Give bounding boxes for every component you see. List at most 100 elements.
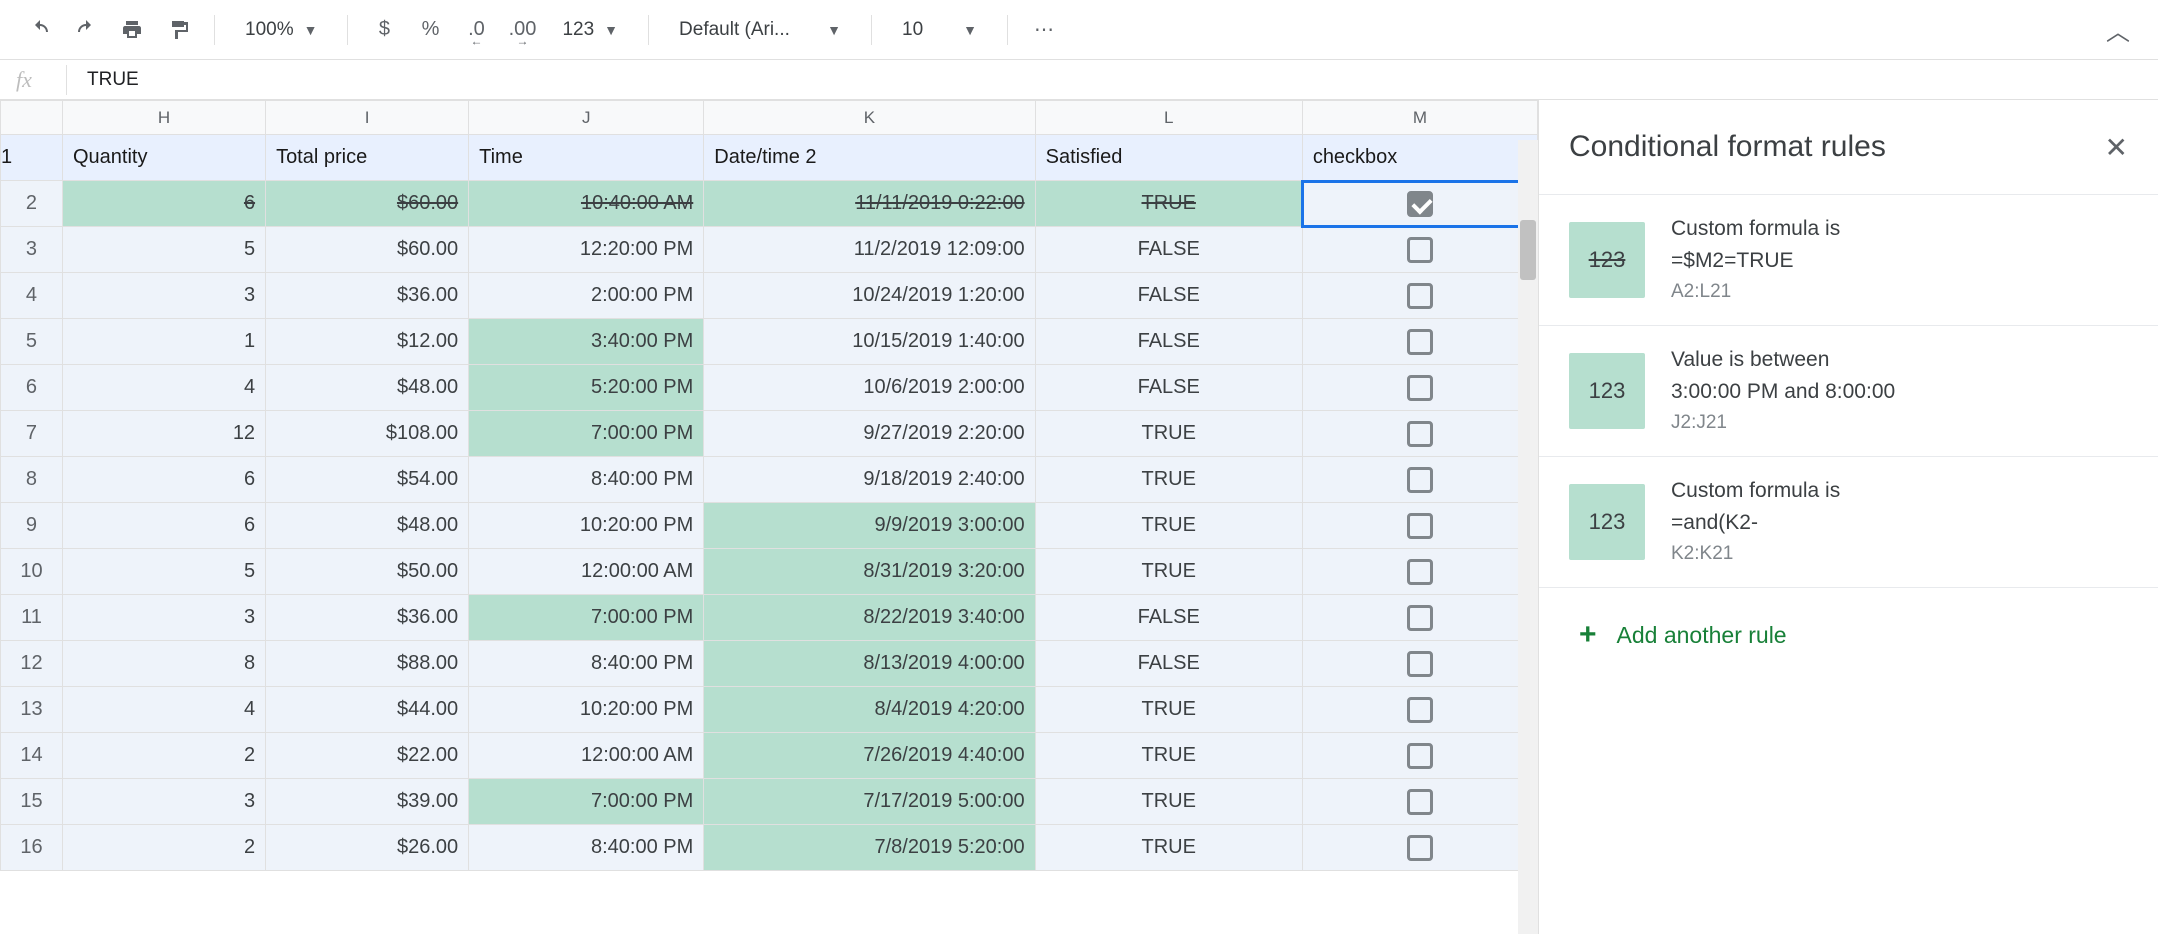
vertical-scrollbar[interactable] [1518,140,1538,934]
cell[interactable]: 12:00:00 AM [469,549,704,595]
cell[interactable]: 12:20:00 PM [469,227,704,273]
checkbox-icon[interactable] [1407,329,1433,355]
cell-checkbox[interactable] [1302,779,1537,825]
row-header[interactable]: 12 [1,641,63,687]
checkbox-icon[interactable] [1407,467,1433,493]
cell[interactable]: TRUE [1035,825,1302,871]
cell[interactable]: 5 [62,549,265,595]
col-header-M[interactable]: M [1302,101,1537,135]
cell[interactable]: FALSE [1035,273,1302,319]
cell[interactable]: 8/22/2019 3:40:00 [704,595,1035,641]
cell[interactable]: TRUE [1035,779,1302,825]
format-rule[interactable]: 123 Value is between 3:00:00 PM and 8:00… [1539,325,2158,456]
cell[interactable]: Date/time 2 [704,135,1035,181]
cell[interactable]: 5:20:00 PM [469,365,704,411]
cell[interactable]: 2 [62,825,265,871]
cell[interactable]: TRUE [1035,733,1302,779]
cell[interactable]: Total price [266,135,469,181]
cell[interactable]: $88.00 [266,641,469,687]
checkbox-icon[interactable] [1407,191,1433,217]
cell[interactable]: 3:40:00 PM [469,319,704,365]
cell[interactable]: $26.00 [266,825,469,871]
undo-button[interactable] [20,10,60,50]
cell[interactable]: 10:20:00 PM [469,503,704,549]
formula-bar[interactable]: fx TRUE [0,60,2158,100]
close-icon[interactable]: ✕ [2105,131,2128,164]
cell[interactable]: 6 [62,457,265,503]
cell[interactable]: $50.00 [266,549,469,595]
cell[interactable]: 7:00:00 PM [469,779,704,825]
checkbox-icon[interactable] [1407,513,1433,539]
paint-format-button[interactable] [158,10,198,50]
cell[interactable]: TRUE [1035,457,1302,503]
cell[interactable]: 9/27/2019 2:20:00 [704,411,1035,457]
cell[interactable]: 6 [62,503,265,549]
row-header[interactable]: 11 [1,595,63,641]
cell[interactable]: Time [469,135,704,181]
cell-checkbox[interactable] [1302,273,1537,319]
font-dropdown[interactable]: Default (Ari...▼ [665,19,855,41]
cell[interactable]: 8/4/2019 4:20:00 [704,687,1035,733]
cell-checkbox[interactable] [1302,687,1537,733]
cell-checkbox[interactable] [1302,227,1537,273]
percent-button[interactable]: % [410,10,450,50]
row-header[interactable]: 6 [1,365,63,411]
cell[interactable]: 9/18/2019 2:40:00 [704,457,1035,503]
cell-checkbox[interactable] [1302,411,1537,457]
row-header[interactable]: 4 [1,273,63,319]
row-header[interactable]: 14 [1,733,63,779]
cell[interactable]: 9/9/2019 3:00:00 [704,503,1035,549]
more-button[interactable]: ⋯ [1024,10,1064,50]
print-button[interactable] [112,10,152,50]
col-header-J[interactable]: J [469,101,704,135]
cell[interactable]: 3 [62,595,265,641]
cell[interactable]: 4 [62,687,265,733]
select-all-corner[interactable] [1,101,63,135]
cell[interactable]: 12:00:00 AM [469,733,704,779]
cell[interactable]: 3 [62,779,265,825]
cell[interactable]: $60.00 [266,181,469,227]
cell[interactable]: Quantity [62,135,265,181]
number-format-dropdown[interactable]: 123▼ [548,19,632,41]
cell[interactable]: 7:00:00 PM [469,411,704,457]
cell-checkbox[interactable] [1302,319,1537,365]
format-rule[interactable]: 123 Custom formula is =$M2=TRUE A2:L21 [1539,194,2158,325]
checkbox-icon[interactable] [1407,559,1433,585]
checkbox-icon[interactable] [1407,835,1433,861]
cell[interactable]: checkbox [1302,135,1537,181]
cell[interactable]: 4 [62,365,265,411]
cell[interactable]: Satisfied [1035,135,1302,181]
cell[interactable]: 10:40:00 AM [469,181,704,227]
checkbox-icon[interactable] [1407,421,1433,447]
checkbox-icon[interactable] [1407,375,1433,401]
collapse-toolbar-button[interactable]: ︿ [2098,10,2138,50]
cell[interactable]: $39.00 [266,779,469,825]
col-header-L[interactable]: L [1035,101,1302,135]
cell-checkbox[interactable] [1302,641,1537,687]
cell[interactable]: $12.00 [266,319,469,365]
row-header[interactable]: 2 [1,181,63,227]
cell-checkbox[interactable] [1302,181,1537,227]
cell[interactable]: $22.00 [266,733,469,779]
cell[interactable]: $48.00 [266,365,469,411]
decrease-decimal-button[interactable]: .0← [456,10,496,50]
zoom-dropdown[interactable]: 100%▼ [231,19,331,41]
cell[interactable]: 10/24/2019 1:20:00 [704,273,1035,319]
cell[interactable]: 11/11/2019 0:22:00 [704,181,1035,227]
row-header[interactable]: 8 [1,457,63,503]
cell-checkbox[interactable] [1302,365,1537,411]
cell[interactable]: 8 [62,641,265,687]
cell[interactable]: 8:40:00 PM [469,825,704,871]
row-header[interactable]: 15 [1,779,63,825]
cell[interactable]: FALSE [1035,227,1302,273]
cell[interactable]: 8/13/2019 4:00:00 [704,641,1035,687]
cell-checkbox[interactable] [1302,733,1537,779]
cell[interactable]: TRUE [1035,549,1302,595]
checkbox-icon[interactable] [1407,789,1433,815]
checkbox-icon[interactable] [1407,743,1433,769]
checkbox-icon[interactable] [1407,651,1433,677]
cell[interactable]: 7/8/2019 5:20:00 [704,825,1035,871]
formula-value[interactable]: TRUE [87,69,139,91]
font-size-dropdown[interactable]: 10▼ [888,19,991,41]
cell[interactable]: 11/2/2019 12:09:00 [704,227,1035,273]
